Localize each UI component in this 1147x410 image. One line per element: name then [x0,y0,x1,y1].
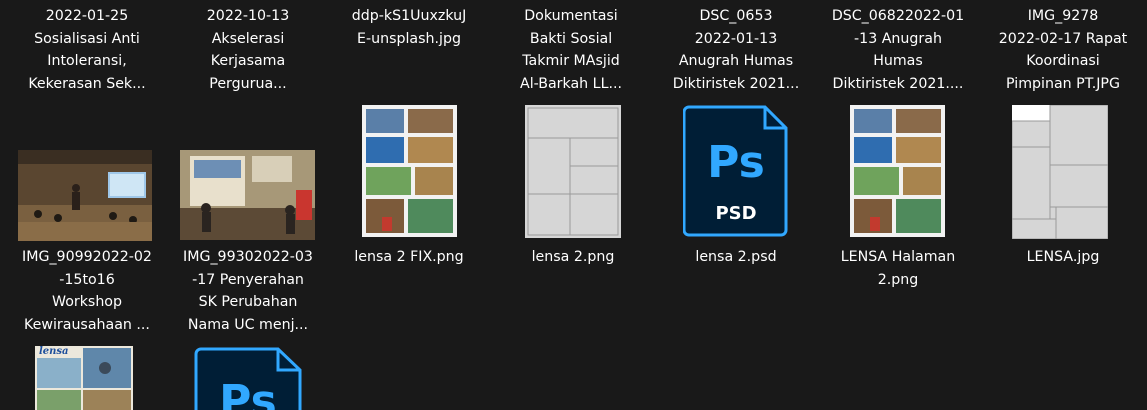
file-item-sosialisasi[interactable]: 2022-01-25 Sosialisasi Anti Intoleransi,… [12,5,162,95]
image-thumbnail-lensa-2-fix[interactable] [362,105,457,237]
file-name: lensa 2.psd [695,249,777,265]
file-item-ddp[interactable]: ddp-kS1UuxzkuJ E-unsplash.jpg [334,5,484,50]
file-name: IMG_99302022-03 -17 Penyerahan SK Peruba… [183,249,313,333]
lensa-collage-image [362,105,457,237]
ps-glyph: Ps [707,137,765,188]
file-item-akselerasi[interactable]: 2022-10-13 Akselerasi Kerjasama Pergurua… [173,5,323,95]
file-name: IMG_90992022-02 -15to16 Workshop Kewirau… [22,249,152,333]
lensa-layout-image [525,105,621,238]
photo-thumbnail-workshop[interactable] [18,150,152,241]
lensa-logo-text: lensa [39,346,69,357]
image-thumbnail-lensa-2[interactable] [525,105,621,238]
file-name: LENSA.jpg [1026,249,1100,265]
file-name: LENSA Halaman 2.png [840,249,956,288]
file-name: ddp-kS1UuxzkuJ E-unsplash.jpg [351,8,467,47]
file-item-dsc0653[interactable]: DSC_0653 2022-01-13 Anugrah Humas Diktir… [661,5,811,95]
file-item-lensa-2-png[interactable]: lensa 2.png [498,246,648,269]
file-item-lensa-jpg[interactable]: LENSA.jpg [988,246,1138,269]
photo-thumbnail-lensa-cover[interactable]: lensa [35,346,133,410]
file-item-img9099[interactable]: IMG_90992022-02 -15to16 Workshop Kewirau… [12,246,162,336]
psd-file-icon-partial[interactable]: Ps [194,346,302,410]
psd-ext-label: PSD [715,203,756,224]
image-thumbnail-lensa-jpg[interactable] [1011,104,1109,240]
ps-glyph: Ps [219,376,277,410]
file-item-lensa-halaman-2[interactable]: LENSA Halaman 2.png [823,246,973,291]
photoshop-icon: Ps PSD [682,105,788,237]
image-thumbnail-lensa-halaman-2[interactable] [850,105,945,237]
psd-file-icon[interactable]: Ps PSD [682,105,790,237]
file-name: Dokumentasi Bakti Sosial Takmir MAsjid A… [519,8,623,92]
file-name: lensa 2.png [531,249,615,265]
file-item-dsc0682[interactable]: DSC_06822022-01 -13 Anugrah Humas Diktir… [823,5,973,95]
file-name: 2022-10-13 Akselerasi Kerjasama Pergurua… [206,8,290,92]
file-item-lensa-2-fix[interactable]: lensa 2 FIX.png [334,246,484,269]
photo-thumbnail-penyerahan[interactable] [180,150,315,240]
penyerahan-photo-image [180,150,315,240]
file-name: DSC_06822022-01 -13 Anugrah Humas Diktir… [831,8,965,92]
file-item-img9930[interactable]: IMG_99302022-03 -17 Penyerahan SK Peruba… [173,246,323,336]
lensa-halaman-collage-image [850,105,945,237]
photoshop-icon-partial: Ps [194,347,302,410]
file-explorer-view: 2022-01-25 Sosialisasi Anti Intoleransi,… [0,0,1147,410]
file-name: 2022-01-25 Sosialisasi Anti Intoleransi,… [28,8,146,92]
workshop-photo-image [18,150,152,241]
file-item-lensa-2-psd[interactable]: lensa 2.psd [661,246,811,269]
lensa-jpg-layout-image [1011,104,1109,240]
file-item-img9278[interactable]: IMG_9278 2022-02-17 Rapat Koordinasi Pim… [988,5,1138,95]
file-name: DSC_0653 2022-01-13 Anugrah Humas Diktir… [672,8,800,92]
file-name: IMG_9278 2022-02-17 Rapat Koordinasi Pim… [998,8,1128,92]
file-name: lensa 2 FIX.png [354,249,464,265]
file-item-dokumentasi[interactable]: Dokumentasi Bakti Sosial Takmir MAsjid A… [496,5,646,95]
